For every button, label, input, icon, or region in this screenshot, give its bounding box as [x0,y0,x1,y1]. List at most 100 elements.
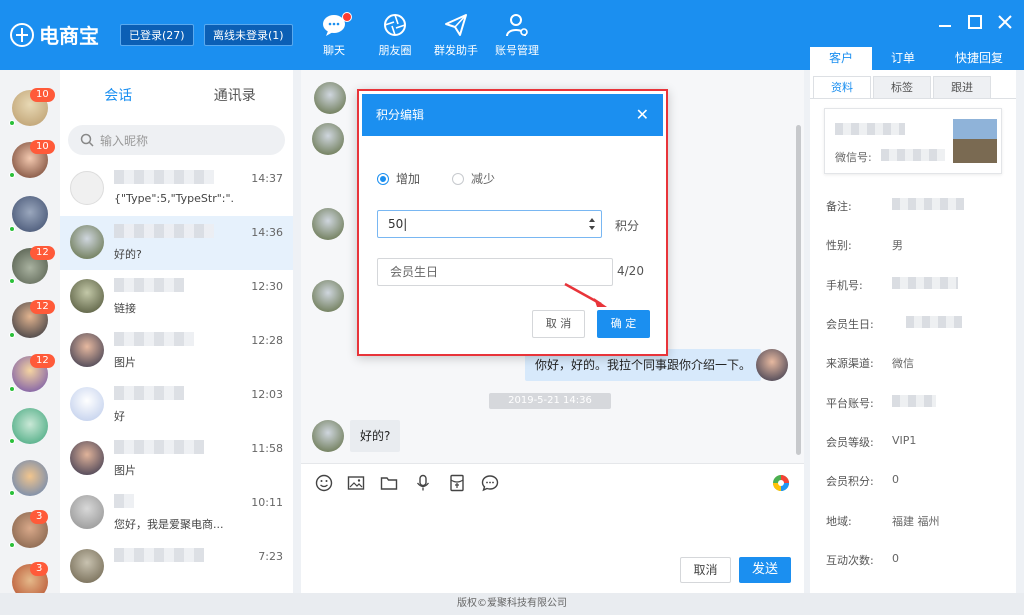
char-count: 4/20 [617,264,644,278]
points-edit-dialog: 积分编辑 ✕ 增加 减少 50| 积分 会员生日 4/20 取 消 确 定 [357,89,668,356]
field-label: 来源渠道: [826,357,874,370]
message-time: 12:28 [251,334,283,347]
right-panel-tabs: 客户 订单 快捷回复 [810,47,1024,70]
search-input[interactable]: 输入昵称 [100,132,148,149]
field-value[interactable]: VIP1 [892,434,916,447]
wechat-label: 微信号: [835,151,872,164]
field-value[interactable]: 男 [892,237,903,253]
online-dot [9,542,15,548]
color-wheel-icon[interactable] [772,474,790,492]
conversation-list: 会话 通讯录 输入昵称 {"Type":5,"TypeStr":"... 14:… [60,70,293,593]
tab-contacts[interactable]: 通讯录 [177,85,294,105]
tab-followup[interactable]: 跟进 [933,76,991,98]
list-item[interactable]: 图片 12:28 [60,324,293,378]
logged-in-badge[interactable]: 已登录(27) [120,24,194,46]
avatar[interactable] [12,460,48,496]
avatar [70,225,104,259]
list-item[interactable]: 好的? 14:36 [60,216,293,270]
unread-count: 3 [30,562,49,576]
nav-moments[interactable]: 朋友圈 [363,12,427,58]
field-value[interactable]: 微信 [892,355,914,371]
spinner-arrows-icon[interactable] [587,214,597,234]
radio-label: 增加 [396,172,421,186]
tab-conversations[interactable]: 会话 [60,85,177,105]
platform-value-blurred[interactable] [892,395,936,407]
avatar [70,441,104,475]
cancel-button[interactable]: 取 消 [532,310,585,338]
tab-quick-reply[interactable]: 快捷回复 [934,47,1024,70]
unread-count: 12 [30,246,55,260]
contact-name-blurred [114,494,134,508]
contact-name-blurred [114,386,184,400]
nav-accounts[interactable]: 账号管理 [485,12,549,58]
customer-name-blurred [835,123,905,135]
close-icon[interactable]: ✕ [636,94,649,136]
offline-badge[interactable]: 离线未登录(1) [204,24,293,46]
tab-tags[interactable]: 标签 [873,76,931,98]
send-button[interactable]: 发送 [739,557,791,583]
remark-value-blurred[interactable] [892,198,964,210]
dialog-title: 积分编辑 [376,108,425,122]
radio-add[interactable]: 增加 [377,170,420,187]
list-item[interactable]: 链接 12:30 [60,270,293,324]
app-logo: 电商宝 [10,20,99,49]
close-window-icon[interactable] [997,14,1013,30]
minimize-icon[interactable] [937,14,953,30]
red-packet-icon[interactable] [448,474,466,492]
emoji-icon[interactable] [315,474,333,492]
user-gear-icon [506,14,528,37]
list-item[interactable]: 7:23 [60,540,293,594]
profile-row-birthday: 会员生日: [826,316,1016,332]
profile-row-phone: 手机号: [826,277,1016,293]
image-icon[interactable] [347,474,365,492]
list-item[interactable]: {"Type":5,"TypeStr":"... 14:37 [60,162,293,216]
maximize-icon[interactable] [967,14,983,30]
last-message: 好 [114,410,125,423]
online-dot [9,172,15,178]
tab-profile[interactable]: 资料 [813,76,871,98]
radio-subtract[interactable]: 减少 [452,170,495,187]
tab-customer[interactable]: 客户 [810,47,872,70]
nav-broadcast[interactable]: 群发助手 [424,12,488,58]
top-bar: 电商宝 已登录(27) 离线未登录(1) 聊天 朋友圈 群发助手 账号管理 客户… [0,0,1024,70]
unread-count: 12 [30,354,55,368]
message-bubble-incoming: 好的? [350,420,401,452]
avatar [70,279,104,313]
contact-avatar-column: 10 10 12 12 12 3 3 [0,70,60,600]
radio-checked-icon [377,172,389,185]
last-message: 图片 [114,356,136,369]
tab-orders[interactable]: 订单 [872,47,934,70]
online-dot [9,490,15,496]
folder-icon[interactable] [380,474,398,492]
online-dot [9,226,15,232]
search-box[interactable]: 输入昵称 [68,125,285,155]
field-value[interactable]: 0 [892,552,899,565]
contact-name-blurred [114,332,194,346]
birthday-value-blurred[interactable] [906,316,962,328]
quick-reply-icon[interactable] [481,474,499,492]
profile-row-gender: 性别: 男 [826,237,1016,253]
profile-row-region: 地域: 福建 福州 [826,513,1016,529]
field-value[interactable]: 0 [892,473,899,486]
list-item[interactable]: 好 12:03 [60,378,293,432]
cancel-button[interactable]: 取消 [680,557,731,583]
avatar[interactable] [12,408,48,444]
field-label: 地域: [826,515,852,528]
list-item[interactable]: 您好，我是爱聚电商... 10:11 [60,486,293,540]
nav-chat[interactable]: 聊天 [302,12,366,58]
logo-text: 电商宝 [39,24,99,48]
chat-scrollbar[interactable] [796,125,801,455]
field-value[interactable]: 福建 福州 [892,513,940,529]
phone-value-blurred[interactable] [892,277,958,289]
contact-name-blurred [114,170,214,184]
list-item[interactable]: 图片 11:58 [60,432,293,486]
avatar [70,495,104,529]
confirm-button[interactable]: 确 定 [597,310,650,338]
points-input[interactable]: 50| [377,210,602,238]
avatar[interactable] [12,196,48,232]
unread-count: 12 [30,300,55,314]
field-label: 会员等级: [826,436,874,449]
online-dot [9,120,15,126]
microphone-icon[interactable] [414,474,432,492]
camera-aperture-icon [384,14,406,36]
